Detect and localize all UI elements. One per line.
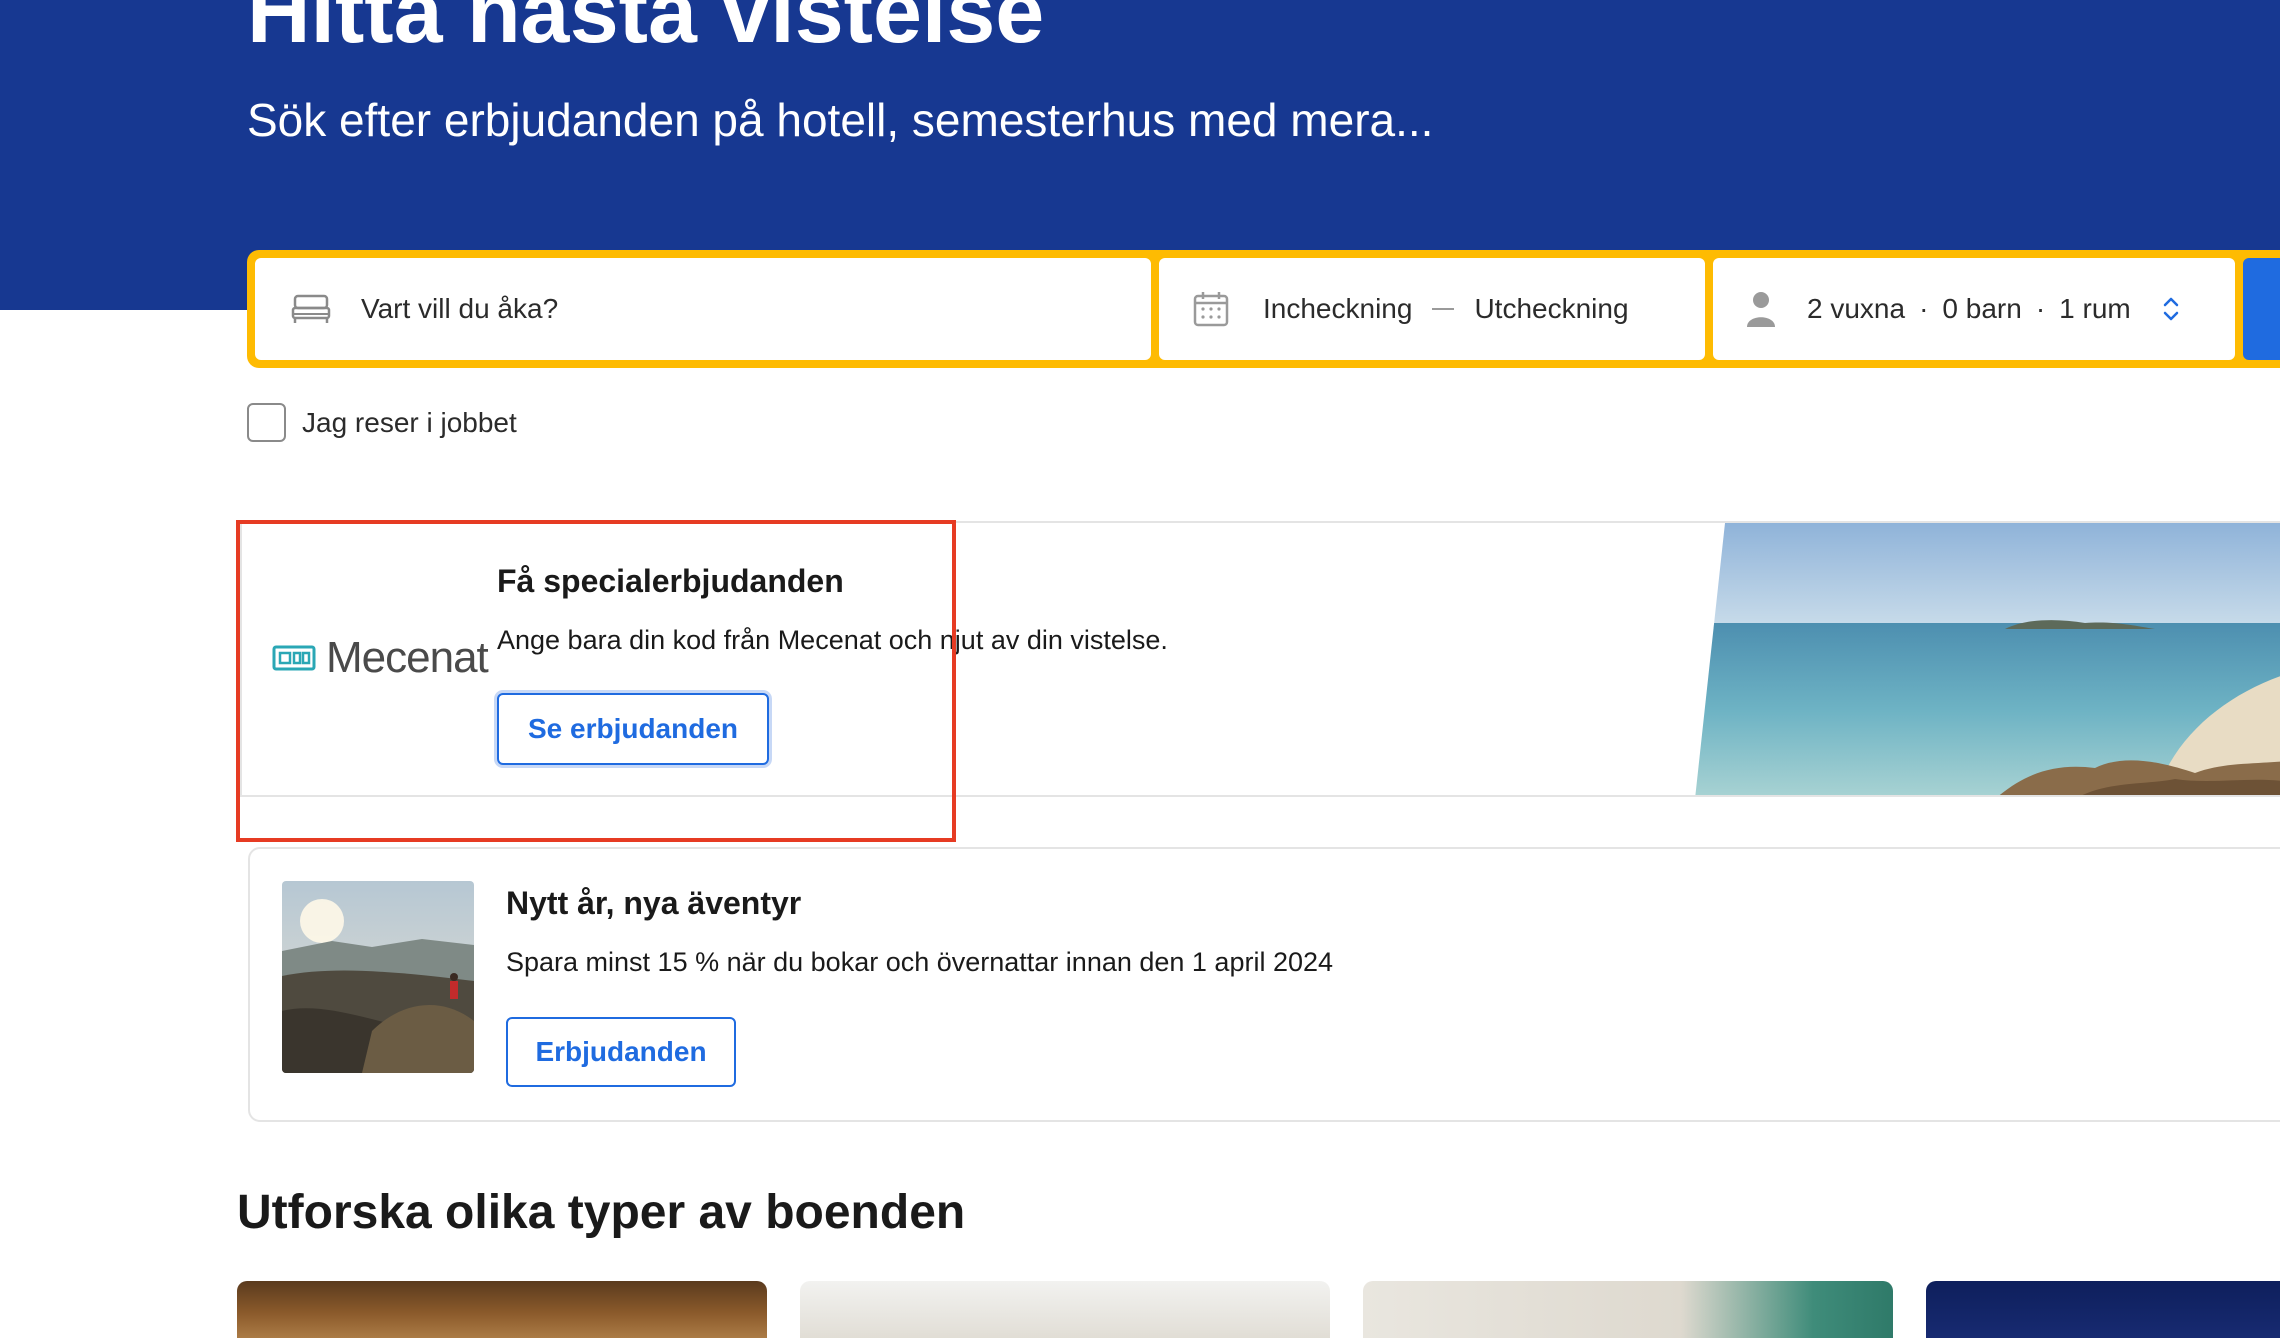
children-count: 0 barn <box>1942 293 2022 324</box>
explore-heading: Utforska olika typer av boenden <box>237 1186 966 1239</box>
property-type-card[interactable] <box>800 1281 1330 1338</box>
mecenat-logo-text: Mecenat <box>326 633 489 682</box>
see-offers-button[interactable]: Se erbjudanden <box>497 693 769 765</box>
checkin-field[interactable]: Incheckning <box>1263 293 1412 325</box>
separator-dot: · <box>2035 293 2046 324</box>
offers-button[interactable]: Erbjudanden <box>506 1017 736 1087</box>
work-travel-label: Jag reser i jobbet <box>302 406 517 438</box>
date-range-field[interactable]: Incheckning Utcheckning <box>1159 258 1705 360</box>
calendar-icon <box>1191 289 1231 329</box>
separator-dot: · <box>1919 293 1929 324</box>
new-year-offer-description: Spara minst 15 % när du bokar och överna… <box>506 947 1334 977</box>
destination-input[interactable]: Vart vill du åka? <box>361 293 558 325</box>
date-separator <box>1432 308 1455 310</box>
new-year-offer-title: Nytt år, nya äventyr <box>506 885 802 921</box>
mecenat-logo: Mecenat <box>272 633 489 683</box>
checkout-field[interactable]: Utcheckning <box>1474 293 1628 325</box>
destination-field[interactable]: Vart vill du åka? <box>255 258 1151 360</box>
mecenat-logo-icon <box>272 645 316 671</box>
page: Hitta nästa vistelse Sök efter erbjudand… <box>0 0 2280 1338</box>
property-type-card[interactable] <box>237 1281 767 1338</box>
person-icon <box>1741 289 1781 329</box>
guests-summary: 2 vuxna · 0 barn · 1 rum <box>1807 293 2131 325</box>
mecenat-offer-description: Ange bara din kod från Mecenat och njut … <box>497 625 1168 655</box>
new-year-offer-card: Nytt år, nya äventyr Spara minst 15 % nä… <box>248 847 2280 1122</box>
mountain-hiker-image <box>282 881 474 1073</box>
hero-title: Hitta nästa vistelse <box>247 0 1045 61</box>
property-type-card[interactable] <box>1926 1281 2280 1338</box>
property-type-card[interactable] <box>1363 1281 1893 1338</box>
search-button[interactable] <box>2243 258 2280 360</box>
work-travel-checkbox[interactable] <box>247 403 286 442</box>
beach-image <box>1695 523 2280 795</box>
adults-count: 2 vuxna <box>1807 293 1906 324</box>
mecenat-offer-title: Få specialerbjudanden <box>497 563 844 599</box>
guests-field[interactable]: 2 vuxna · 0 barn · 1 rum <box>1713 258 2235 360</box>
mecenat-offer-card: Mecenat Få specialerbjudanden Ange bara … <box>240 521 2280 797</box>
chevron-updown-icon[interactable] <box>2159 289 2183 329</box>
bed-icon <box>291 289 331 329</box>
hero-subtitle: Sök efter erbjudanden på hotell, semeste… <box>247 94 1434 146</box>
search-bar: Vart vill du åka? Incheckning Utchecknin… <box>247 250 2280 368</box>
rooms-count: 1 rum <box>2059 293 2131 324</box>
work-travel-row: Jag reser i jobbet <box>247 403 517 442</box>
